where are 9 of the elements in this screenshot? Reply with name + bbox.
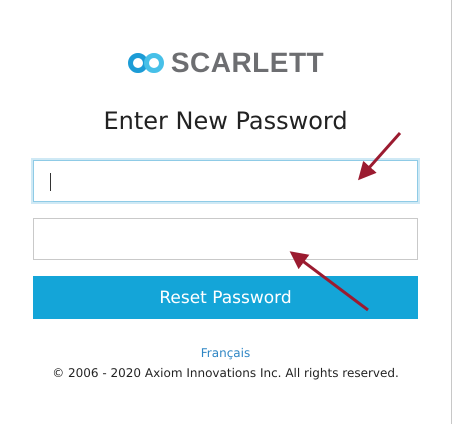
logo-text: SCARLETT: [170, 47, 324, 79]
copyright-text: © 2006 - 2020 Axiom Innovations Inc. All rights reserved.: [52, 366, 399, 380]
reset-password-button[interactable]: Reset Password: [33, 276, 418, 319]
password-field[interactable]: [33, 160, 418, 202]
password-field[interactable]: [33, 218, 418, 260]
annotation-arrow: [358, 132, 402, 180]
page-title: Enter New Password: [103, 107, 348, 135]
language-link[interactable]: Français: [200, 346, 250, 360]
logo-icon: [126, 52, 165, 74]
